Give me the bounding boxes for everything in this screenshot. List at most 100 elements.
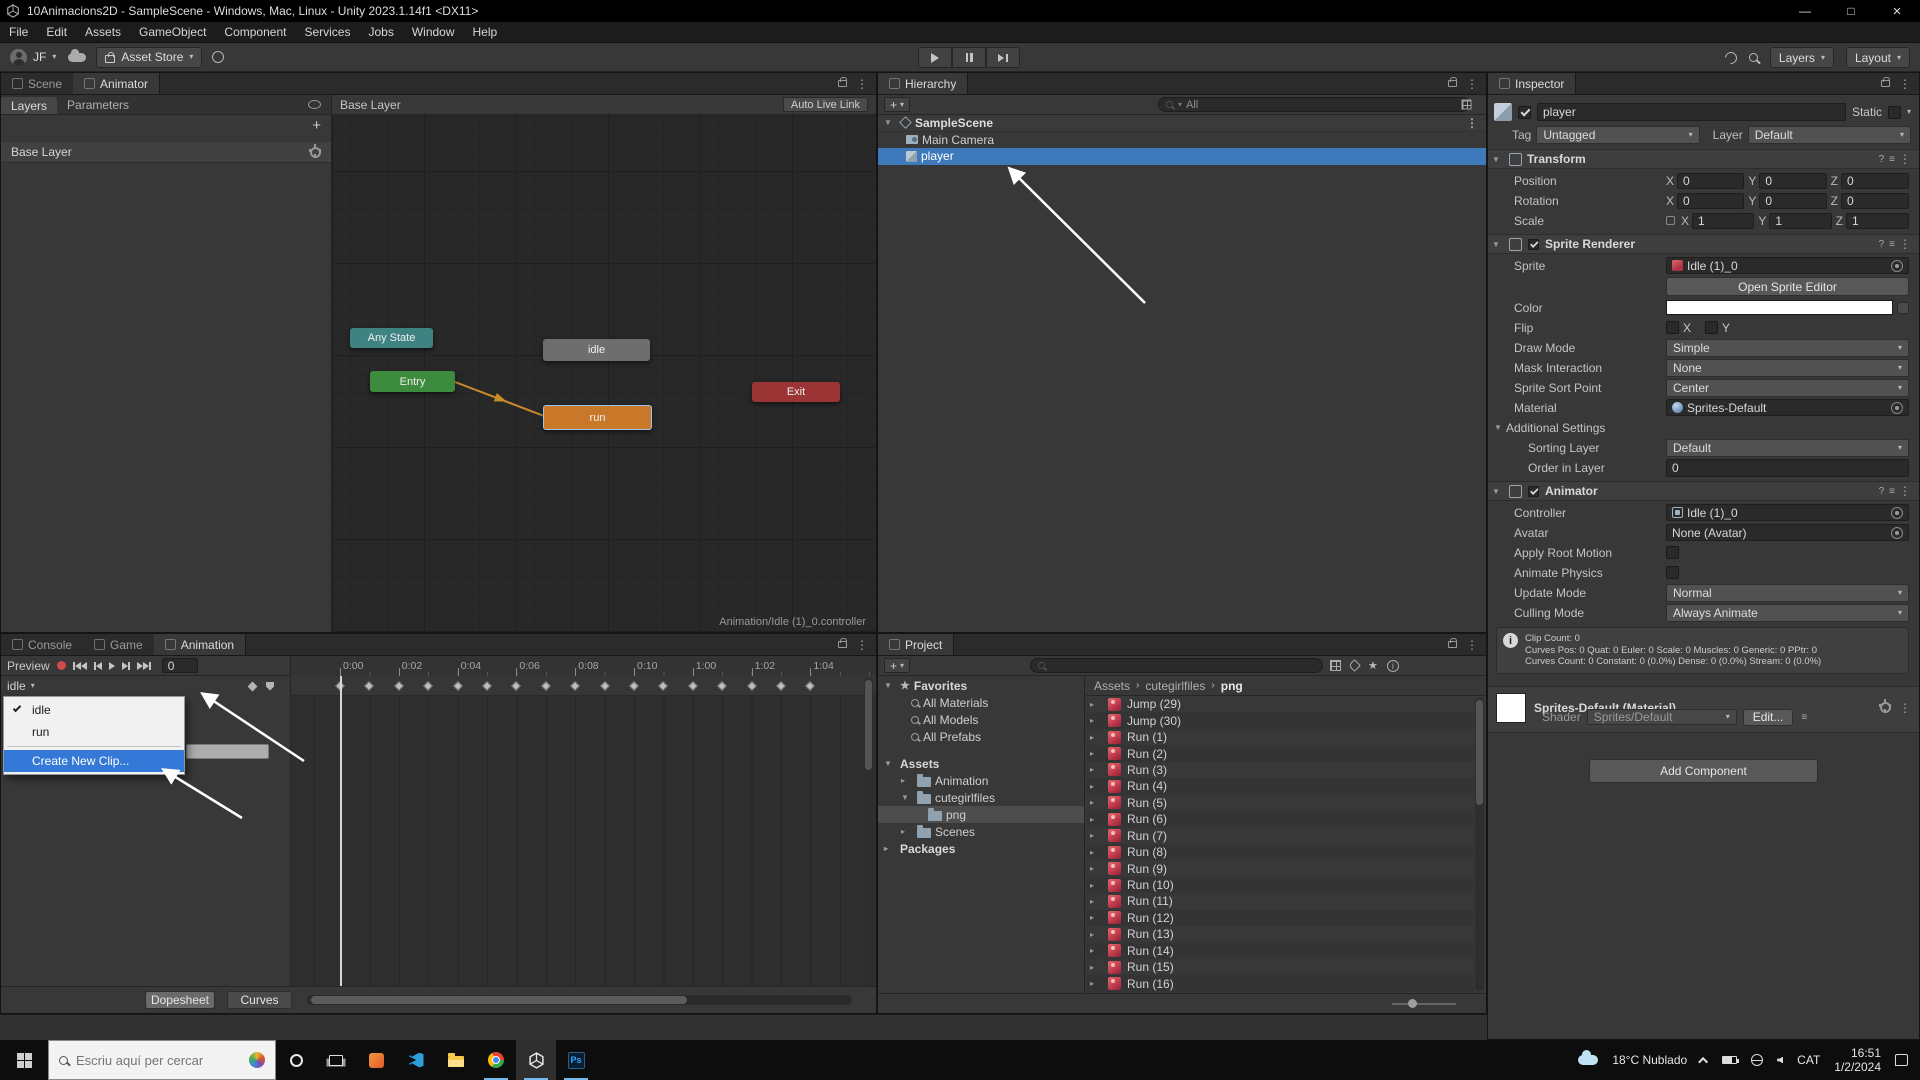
app-chrome-button[interactable] (476, 1040, 516, 1080)
next-key-button[interactable] (122, 662, 130, 670)
foldout-icon[interactable]: ▼ (1492, 487, 1504, 496)
panel-menu-icon[interactable]: ⋮ (1466, 639, 1478, 651)
tab-animator[interactable]: Animator (73, 73, 160, 94)
file-row[interactable]: ▸ Run (15) (1086, 959, 1474, 975)
sprite-object-field[interactable]: Idle (1)_0 (1666, 257, 1909, 274)
favorites-item[interactable]: All Models (878, 711, 1084, 728)
folder-png[interactable]: png (878, 806, 1084, 823)
foldout-icon[interactable]: ▸ (1090, 716, 1102, 725)
hidden-icons-button[interactable] (1698, 1056, 1708, 1066)
eye-icon[interactable] (308, 100, 321, 109)
menu-item[interactable]: GameObject (130, 22, 215, 42)
keyframe-diamond[interactable] (629, 681, 639, 691)
file-row[interactable]: ▸ Run (11) (1086, 893, 1474, 909)
active-checkbox[interactable] (1518, 106, 1531, 119)
keyframe-diamond[interactable] (600, 681, 610, 691)
keyframe-diamond[interactable] (364, 681, 374, 691)
network-icon[interactable] (1751, 1054, 1763, 1066)
rotation-z-field[interactable]: 0 (1841, 193, 1909, 209)
taskbar-search-input[interactable] (76, 1053, 226, 1068)
foldout-icon[interactable]: ▼ (884, 759, 896, 768)
foldout-icon[interactable]: ▸ (1090, 913, 1102, 922)
favorites-section[interactable]: ▼ ★ Favorites (878, 677, 1084, 694)
keyframe-diamond[interactable] (717, 681, 727, 691)
update-mode-dropdown[interactable]: Normal▾ (1666, 584, 1909, 602)
dopesheet-button[interactable]: Dopesheet (145, 991, 215, 1009)
vertical-scrollbar[interactable] (864, 678, 873, 983)
file-row[interactable]: ▸ Run (7) (1086, 828, 1474, 844)
layout-dropdown[interactable]: Layout ▾ (1846, 47, 1910, 68)
add-component-button[interactable]: Add Component (1589, 759, 1818, 783)
breadcrumb-png[interactable]: png (1221, 679, 1243, 693)
app-vscode-button[interactable] (396, 1040, 436, 1080)
panel-menu-icon[interactable]: ⋮ (1899, 78, 1911, 90)
zoom-slider[interactable] (1392, 1003, 1456, 1005)
app-orange-button[interactable] (356, 1040, 396, 1080)
taskbar-search[interactable] (48, 1040, 276, 1080)
transform-header[interactable]: ▼ Transform ? ≡ ⋮ (1488, 149, 1919, 169)
foldout-icon[interactable]: ▼ (1492, 155, 1504, 164)
foldout-icon[interactable]: ▸ (1090, 963, 1102, 972)
preview-button[interactable]: Preview (7, 659, 50, 673)
menu-item[interactable]: Jobs (359, 22, 402, 42)
apply-root-motion-checkbox[interactable] (1666, 546, 1679, 559)
scale-x-field[interactable]: 1 (1692, 213, 1754, 229)
keyframe-diamond[interactable] (570, 681, 580, 691)
uniform-scale-link-icon[interactable] (1666, 216, 1675, 225)
file-row[interactable]: ▸ Run (1) (1086, 729, 1474, 745)
file-row[interactable]: ▸ Run (9) (1086, 860, 1474, 876)
position-y-field[interactable]: 0 (1759, 173, 1826, 189)
controller-object-field[interactable]: Idle (1)_0 (1666, 504, 1909, 521)
tab-scene[interactable]: Scene (1, 73, 73, 94)
component-menu-icon[interactable]: ⋮ (1899, 238, 1911, 250)
foldout-icon[interactable]: ▸ (1090, 798, 1102, 807)
color-swatch[interactable] (1666, 300, 1893, 315)
help-icon[interactable]: ? (1879, 486, 1885, 497)
menu-item[interactable]: Services (295, 22, 359, 42)
menu-item[interactable]: Help (464, 22, 507, 42)
favorites-item[interactable]: All Materials (878, 694, 1084, 711)
timeline-ruler[interactable]: 0:000:020:040:060:080:101:001:021:04 (291, 656, 876, 676)
position-x-field[interactable]: 0 (1677, 173, 1744, 189)
keyframe-diamond[interactable] (658, 681, 668, 691)
assets-root[interactable]: ▼ Assets (878, 755, 1084, 772)
folder-cutegirlfiles[interactable]: ▼ cutegirlfiles (878, 789, 1084, 806)
panel-menu-icon[interactable]: ⋮ (856, 78, 868, 90)
panel-menu-icon[interactable]: ⋮ (1466, 78, 1478, 90)
file-row[interactable]: ▸ Run (14) (1086, 943, 1474, 959)
menu-item-create-new-clip[interactable]: Create New Clip... (4, 750, 184, 772)
breadcrumb-cutegirlfiles[interactable]: cutegirlfiles (1145, 679, 1205, 693)
component-enabled-checkbox[interactable] (1528, 238, 1539, 249)
static-checkbox[interactable] (1888, 106, 1901, 119)
help-icon[interactable]: ? (1879, 154, 1885, 165)
state-idle[interactable]: idle (543, 339, 650, 361)
shader-dropdown[interactable]: Sprites/Default▾ (1587, 709, 1737, 725)
file-row[interactable]: ▸ Run (6) (1086, 811, 1474, 827)
edit-shader-button[interactable]: Edit... (1743, 709, 1794, 726)
flip-y-checkbox[interactable] (1705, 321, 1718, 334)
undo-history-icon[interactable] (1722, 49, 1739, 66)
playhead[interactable] (340, 676, 342, 986)
foldout-icon[interactable]: ▼ (884, 681, 896, 690)
file-row[interactable]: ▸ Run (3) (1086, 762, 1474, 778)
open-sprite-editor-button[interactable]: Open Sprite Editor (1666, 277, 1909, 296)
object-picker-icon[interactable] (1891, 527, 1903, 539)
menu-item[interactable]: File (0, 22, 37, 42)
file-row[interactable]: ▸ Run (12) (1086, 910, 1474, 926)
foldout-icon[interactable]: ▸ (1090, 979, 1102, 988)
weather-label[interactable]: 18°C Nublado (1612, 1053, 1687, 1067)
sorting-layer-dropdown[interactable]: Default▾ (1666, 439, 1909, 457)
file-row[interactable]: ▸ Run (13) (1086, 926, 1474, 942)
add-keyframe-button[interactable] (248, 681, 258, 691)
keyframe-diamond[interactable] (776, 681, 786, 691)
file-row[interactable]: ▸ Run (10) (1086, 877, 1474, 893)
gear-icon[interactable] (1880, 702, 1891, 713)
eyedropper-icon[interactable] (1897, 302, 1909, 314)
last-frame-button[interactable] (137, 662, 151, 670)
list-icon[interactable]: ≡ (1801, 712, 1806, 723)
keyframe-diamond[interactable] (453, 681, 463, 691)
object-picker-icon[interactable] (1891, 402, 1903, 414)
keyframe-diamond[interactable] (541, 681, 551, 691)
keyframe-track[interactable] (291, 676, 876, 696)
file-row[interactable]: ▸ Run (2) (1086, 745, 1474, 761)
